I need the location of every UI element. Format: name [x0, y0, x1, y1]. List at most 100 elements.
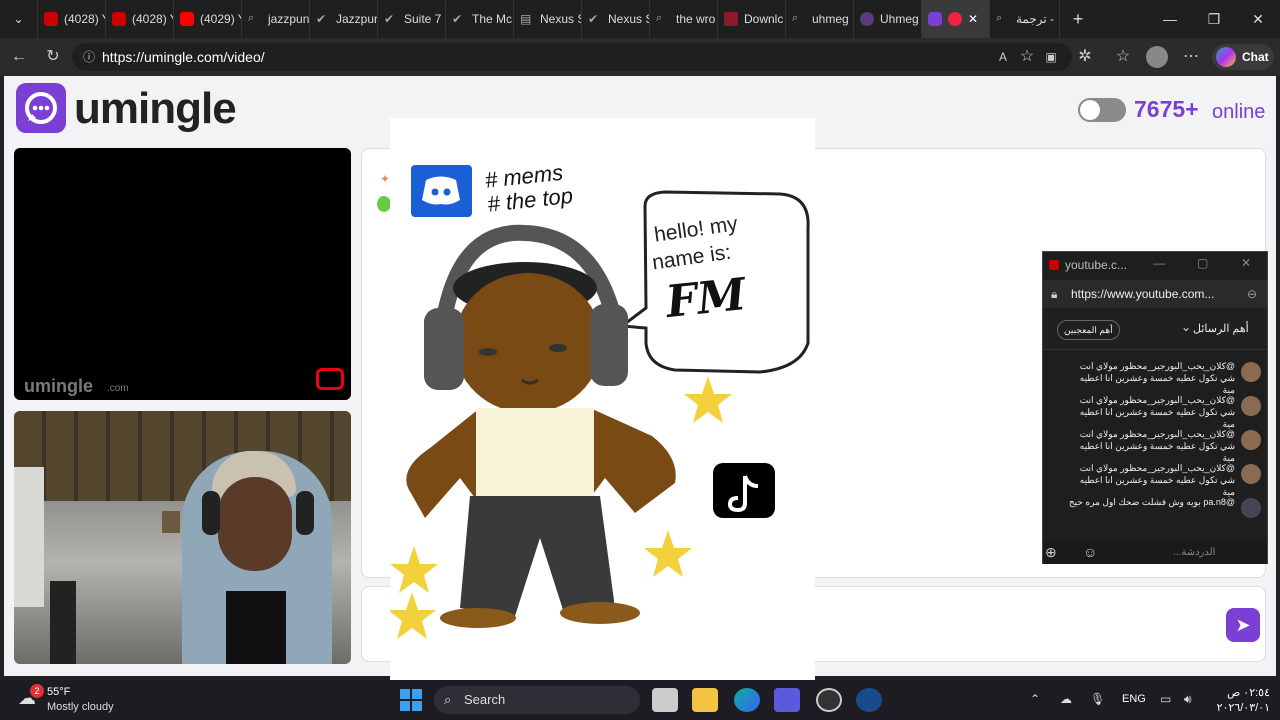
favorites-icon[interactable]: ☆ — [1112, 46, 1134, 68]
browser-tab[interactable]: ⌕ uhmeg — [786, 0, 854, 38]
steam-icon: ✔ — [316, 12, 327, 26]
tab-list-button[interactable]: ⌄ — [0, 0, 38, 38]
chat-message: @كلان_يحب_البورجير_محظور مولاي انت شي تك… — [1051, 358, 1261, 395]
new-tab-button[interactable]: + — [1060, 0, 1096, 38]
browser-tab[interactable]: (4028) Y — [38, 0, 106, 38]
doc-icon: ▤ — [520, 12, 532, 26]
copilot-icon — [1216, 47, 1236, 67]
bubble-name: FM — [663, 268, 749, 329]
chevron-up-icon[interactable]: ⌃ — [1030, 692, 1040, 706]
guitar-stand — [50, 581, 76, 664]
youtube-icon — [1049, 260, 1059, 270]
favorite-star-icon[interactable]: ☆ — [1016, 46, 1038, 68]
chat-message: @كلان_يحب_البورجير_محظور مولاي انت شي تك… — [1051, 460, 1261, 497]
weather-temp[interactable]: 55°F — [47, 686, 70, 698]
window — [14, 467, 44, 607]
cloud-sync-icon[interactable]: ☁ — [1060, 692, 1072, 706]
report-flag-icon[interactable] — [316, 368, 344, 390]
popup-url-bar[interactable]: 🔒︎ https://www.youtube.com... ⊖ — [1043, 280, 1267, 308]
steam-icon[interactable] — [856, 688, 882, 712]
chat-input[interactable]: الدردشة... — [1173, 547, 1215, 558]
plus-icon: + — [1072, 8, 1084, 29]
avatar — [1241, 464, 1261, 484]
network-icon[interactable]: ▭ — [1160, 692, 1171, 706]
top-fans-button[interactable]: أهم المعجبين — [1057, 320, 1120, 340]
browser-tab[interactable]: ✔ The Mc — [446, 0, 514, 38]
menu-dots-icon[interactable]: ⋯ — [1180, 46, 1202, 68]
online-label: online — [1212, 101, 1266, 123]
language-indicator[interactable]: ENG — [1122, 693, 1146, 705]
address-bar[interactable]: https://umingle.com/video/ — [72, 43, 1072, 71]
close-window-button[interactable]: ✕ — [1236, 0, 1280, 38]
online-toggle[interactable] — [1078, 98, 1126, 122]
system-msg-icon: ✦ — [380, 172, 391, 186]
read-aloud-icon[interactable]: A — [992, 46, 1014, 68]
clock-time[interactable]: ٠٢:٥٤ ص — [1214, 686, 1270, 699]
youtube-chat-popup: youtube.c... — ▢ ✕ 🔒︎ https://www.youtub… — [1042, 251, 1268, 564]
edge-icon[interactable] — [734, 688, 760, 712]
top-chat-dropdown[interactable]: أهم الرسائل — [1193, 322, 1249, 335]
person-shirt — [226, 591, 286, 664]
start-windows-icon[interactable] — [399, 688, 423, 712]
maximize-button[interactable]: ❐ — [1192, 0, 1236, 38]
popup-close-button[interactable]: ✕ — [1241, 256, 1251, 270]
task-view-icon[interactable] — [652, 688, 678, 712]
chat-bubble-icon[interactable] — [16, 83, 66, 133]
send-icon: ➤ — [1235, 615, 1251, 635]
weather-desc: Mostly cloudy — [47, 701, 114, 713]
tab-strip: ⌄ (4028) Y (4028) Y (4029) Y ⌕ jazzpun ✔ J… — [0, 0, 1280, 38]
browser-tab[interactable]: (4029) Y — [174, 0, 242, 38]
recording-icon — [948, 12, 962, 26]
download-icon — [724, 12, 738, 26]
copilot-chat-button[interactable]: Chat — [1212, 44, 1274, 70]
browser-tab[interactable]: Uhmeg — [854, 0, 922, 38]
file-explorer-icon[interactable] — [692, 688, 718, 712]
search-icon: ⌕ — [656, 12, 663, 24]
browser-tab[interactable]: Downlc — [718, 0, 786, 38]
browser-tab[interactable]: ⌕ the wro — [650, 0, 718, 38]
browser-tab[interactable]: ✔ Nexus S — [582, 0, 650, 38]
avatar — [1241, 498, 1261, 518]
close-tab-icon[interactable]: ✕ — [968, 12, 978, 26]
obs-icon[interactable] — [816, 688, 842, 712]
send-button[interactable]: ➤ — [1226, 608, 1260, 642]
browser-tab[interactable]: ▤ Nexus S — [514, 0, 582, 38]
site-info-icon[interactable]: ⓘ — [78, 46, 100, 68]
taskbar-search[interactable]: ⌕ Search — [434, 686, 640, 714]
browser-tab[interactable]: ✔ Suite 7 — [378, 0, 446, 38]
browser-tab[interactable]: ⌕ jazzpun — [242, 0, 310, 38]
emoji-icon[interactable]: ☺ — [1083, 544, 1097, 560]
chat-message: @كلان_يحب_البورجير_محظور مولاي انت شي تك… — [1051, 392, 1261, 429]
add-icon[interactable]: ⊕ — [1045, 544, 1057, 561]
site-logo[interactable]: umingle — [74, 84, 237, 134]
refresh-icon[interactable]: ↻ — [42, 46, 64, 68]
video-watermark: umingle — [24, 376, 94, 396]
headphone-left — [202, 491, 220, 535]
browser-tab[interactable]: ⌕ ترجمة - — [990, 0, 1060, 38]
extensions-icon[interactable]: ✲ — [1074, 46, 1096, 68]
avatar — [1241, 362, 1261, 382]
microphone-icon[interactable]: 🎙︎ — [1090, 692, 1105, 706]
browser-tab[interactable]: (4028) Y — [106, 0, 174, 38]
popup-minimize-button[interactable]: — — [1153, 256, 1165, 270]
camera-icon[interactable]: ▣ — [1040, 46, 1062, 68]
popup-title: youtube.c... — [1065, 258, 1128, 272]
search-icon: ⌕ — [444, 692, 452, 707]
chat-input-bar: ⊕ ☺ الدردشة... — [1043, 542, 1267, 564]
youtube-icon — [180, 12, 194, 26]
weather-badge: 2 — [30, 684, 44, 698]
browser-tab-active[interactable]: ✕ — [922, 0, 990, 38]
online-count: 7675+ — [1134, 96, 1199, 122]
browser-tab[interactable]: ✔ Jazzpur — [310, 0, 378, 38]
popup-maximize-button[interactable]: ▢ — [1197, 256, 1208, 270]
globe-icon — [860, 12, 874, 26]
back-icon[interactable]: ← — [8, 46, 30, 68]
volume-icon[interactable]: 🔊︎ — [1184, 692, 1192, 707]
profile-avatar-icon[interactable] — [1146, 46, 1168, 68]
taskbar — [0, 680, 1280, 720]
zoom-icon[interactable]: ⊖ — [1247, 280, 1257, 308]
search-icon: ⌕ — [248, 12, 255, 24]
store-icon[interactable] — [774, 688, 800, 712]
minimize-button[interactable]: — — [1148, 0, 1192, 38]
lock-icon: 🔒︎ — [1051, 287, 1058, 301]
